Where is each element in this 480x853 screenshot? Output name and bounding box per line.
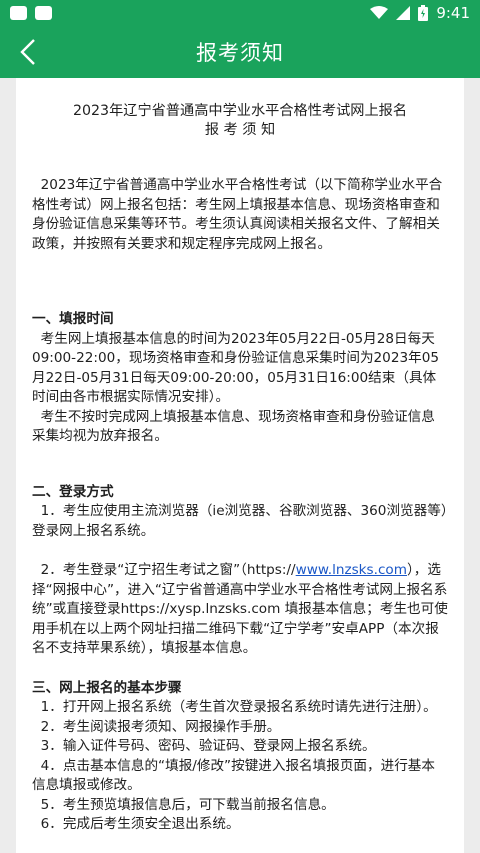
signal-icon [396,6,411,20]
paragraph: 1．考生应使用主流浏览器（ie浏览器、谷歌浏览器、360浏览器等）登录网上报名系… [32,503,448,539]
section-heading: 一、填报时间 [32,311,114,327]
notification-icon [10,6,27,20]
notice-document: 2023年辽宁省普通高中学业水平合格性考试网上报名 报 考 须 知 2023年辽… [16,78,464,853]
intro-paragraph: 2023年辽宁省普通高中学业水平合格性考试（以下简称学业水平合格性考试）网上报名… [32,177,443,252]
notification-icons [10,6,52,20]
notification-icon [35,6,52,20]
list-item: 6．完成后考生须安全退出系统。 [32,816,240,832]
document-title: 2023年辽宁省普通高中学业水平合格性考试网上报名 报 考 须 知 [32,102,448,140]
back-button[interactable] [10,34,46,70]
section-heading: 三、网上报名的基本步骤 [32,679,182,696]
status-time: 9:41 [436,4,470,22]
paragraph: 考生不按时完成网上填报基本信息、现场资格审查和身份验证信息采集均视为放弃报名。 [32,408,435,445]
list-item: 4．点击基本信息的“填报/修改”按键进入报名填报页面，进行基本信息填报或修改。 [32,757,435,794]
list-item: 2．考生阅读报考须知、网报操作手册。 [32,718,281,735]
paragraph: 考生网上填报基本信息的时间为2023年05月22日-05月28日每天09:00-… [32,330,440,406]
content-area[interactable]: 2023年辽宁省普通高中学业水平合格性考试网上报名 报 考 须 知 2023年辽… [0,78,480,853]
wifi-icon [370,6,389,19]
document-subtitle: 报 考 须 知 [204,122,276,138]
section-heading: 二、登录方式 [32,483,114,500]
app-header: 报考须知 [0,26,480,78]
status-bar: 9:41 [0,0,480,26]
page-title: 报考须知 [196,41,284,65]
list-item: 3．输入证件号码、密码、验证码、登录网上报名系统。 [32,738,376,754]
chevron-left-icon [20,39,35,65]
paragraph-text: 2．考生登录“辽宁招生考试之窗”（https:// [32,562,296,578]
document-title-line: 2023年辽宁省普通高中学业水平合格性考试网上报名 [72,103,408,119]
website-link[interactable]: www.lnzsks.com [296,562,407,578]
battery-icon [418,5,429,21]
list-item: 5．考生预览填报信息后，可下载当前报名信息。 [32,796,335,813]
paragraph: 2．考生登录“辽宁招生考试之窗”（https://www.lnzsks.com）… [32,561,448,659]
list-item: 1．打开网上报名系统（考生首次登录报名系统时请先进行注册）。 [32,699,437,715]
